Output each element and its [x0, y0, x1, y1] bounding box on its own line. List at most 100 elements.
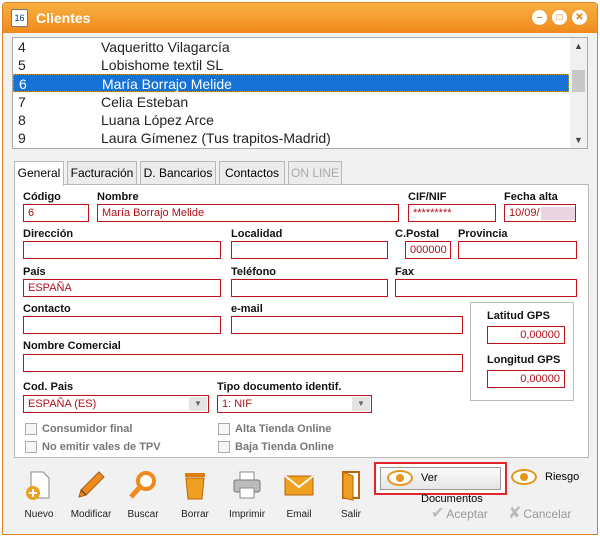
chevron-down-icon[interactable]: ▼: [189, 397, 207, 411]
tipo-doc-value: 1: NIF: [222, 398, 252, 410]
list-item[interactable]: 4 Vaqueritto Vilagarcía: [13, 38, 569, 56]
pencil-icon: [78, 471, 105, 498]
tab-facturacion[interactable]: Facturación: [67, 161, 137, 185]
tipo-doc-select[interactable]: 1: NIF ▼: [217, 395, 372, 413]
trash-icon: [185, 473, 205, 500]
email-button[interactable]: Email: [275, 467, 323, 527]
general-panel: Código 6 Nombre María Borrajo Melide CIF…: [14, 184, 589, 458]
fecha-alta-label: Fecha alta: [504, 191, 558, 203]
scroll-down-icon[interactable]: ▼: [570, 132, 587, 148]
ver-documentos-highlight: Ver Documentos: [374, 462, 507, 505]
tab-online: ON LINE: [288, 161, 342, 185]
close-icon[interactable]: ✕: [572, 10, 587, 25]
buscar-button[interactable]: Buscar: [119, 467, 167, 527]
clientes-window: 16 Clientes – □ ✕ 4 Vaqueritto Vilagarcía…: [2, 2, 598, 535]
email-field[interactable]: [231, 316, 463, 334]
contacto-label: Contacto: [23, 303, 71, 315]
nombre-comercial-field[interactable]: [23, 354, 463, 372]
salir-label: Salir: [340, 509, 361, 520]
nombre-field[interactable]: María Borrajo Melide: [97, 204, 399, 222]
consumidor-final-label: Consumidor final: [42, 423, 133, 435]
tipo-doc-label: Tipo documento identif.: [217, 381, 342, 393]
buscar-label: Buscar: [127, 509, 159, 520]
borrar-button[interactable]: Borrar: [171, 467, 219, 527]
email-label: e-mail: [231, 303, 263, 315]
list-item[interactable]: 5 Lobishome textil SL: [13, 56, 569, 74]
fecha-alta-field[interactable]: 10/09/: [504, 204, 576, 222]
no-emitir-vales-label: No emitir vales de TPV: [42, 441, 161, 453]
consumidor-final-checkbox[interactable]: [25, 423, 37, 435]
modificar-label: Modificar: [70, 509, 112, 520]
list-scrollbar[interactable]: ▲ ▼: [570, 38, 587, 148]
borrar-label: Borrar: [181, 509, 209, 520]
minimize-icon[interactable]: –: [532, 10, 547, 25]
cif-field[interactable]: *********: [408, 204, 496, 222]
list-item[interactable]: 8 Luana López Arce: [13, 111, 569, 129]
baja-tienda-checkbox[interactable]: [218, 441, 230, 453]
nuevo-label: Nuevo: [24, 509, 54, 520]
window-title: Clientes: [36, 10, 91, 26]
calendar-icon: 16: [11, 9, 28, 27]
client-name: Celia Esteban: [101, 94, 189, 110]
cpostal-field[interactable]: 000000: [405, 241, 451, 259]
alta-tienda-checkbox[interactable]: [218, 423, 230, 435]
provincia-field[interactable]: [458, 241, 577, 259]
list-item[interactable]: 9 Laura Gímenez (Tus trapitos-Madrid): [13, 129, 569, 147]
fax-label: Fax: [395, 266, 414, 278]
fax-field[interactable]: [395, 279, 577, 297]
nombre-label: Nombre: [97, 191, 139, 203]
alta-tienda-label: Alta Tienda Online: [235, 423, 332, 435]
scroll-thumb[interactable]: [572, 70, 585, 92]
pais-field[interactable]: ESPAÑA: [23, 279, 221, 297]
codigo-field[interactable]: 6: [23, 204, 89, 222]
cod-pais-label: Cod. Pais: [23, 381, 74, 393]
provincia-label: Provincia: [458, 228, 508, 240]
ver-documentos-button[interactable]: Ver Documentos: [380, 467, 501, 505]
direccion-field[interactable]: [23, 241, 221, 259]
redacted-area: [540, 206, 575, 220]
maximize-icon[interactable]: □: [552, 10, 567, 25]
client-name: Lobishome textil SL: [101, 57, 224, 73]
cancelar-label: Cancelar: [523, 507, 572, 521]
chevron-down-icon[interactable]: ▼: [352, 397, 370, 411]
client-name: Vaqueritto Vilagarcía: [101, 39, 230, 55]
tab-contactos[interactable]: Contactos: [219, 161, 285, 185]
nuevo-button[interactable]: Nuevo: [15, 467, 63, 527]
contacto-field[interactable]: [23, 316, 221, 334]
telefono-label: Teléfono: [231, 266, 277, 278]
list-item-selected[interactable]: 6 María Borrajo Melide: [13, 74, 569, 92]
tab-general[interactable]: General: [14, 161, 64, 186]
modificar-button[interactable]: Modificar: [67, 467, 115, 527]
scroll-up-icon[interactable]: ▲: [570, 38, 587, 54]
client-id: 6: [19, 76, 27, 92]
latitud-label: Latitud GPS: [487, 310, 550, 322]
localidad-label: Localidad: [231, 228, 283, 240]
latitud-field[interactable]: 0,00000: [487, 326, 565, 344]
aceptar-label: Aceptar: [446, 507, 488, 521]
cod-pais-select[interactable]: ESPAÑA (ES) ▼: [23, 395, 209, 413]
envelope-icon: [284, 475, 314, 496]
imprimir-label: Imprimir: [228, 509, 266, 520]
clients-list[interactable]: 4 Vaqueritto Vilagarcía 5 Lobishome textil…: [12, 37, 588, 149]
imprimir-button[interactable]: Imprimir: [223, 467, 271, 527]
door-exit-icon: [342, 471, 360, 501]
tab-datos-bancarios[interactable]: D. Bancarios: [140, 161, 216, 185]
telefono-field[interactable]: [231, 279, 388, 297]
no-emitir-vales-checkbox[interactable]: [25, 441, 37, 453]
client-name: Laura Gímenez (Tus trapitos-Madrid): [101, 130, 331, 146]
longitud-label: Longitud GPS: [487, 354, 561, 366]
baja-tienda-label: Baja Tienda Online: [235, 441, 334, 453]
client-id: 4: [18, 39, 26, 55]
new-document-icon: [26, 471, 50, 500]
localidad-field[interactable]: [231, 241, 388, 259]
longitud-field[interactable]: 0,00000: [487, 370, 565, 388]
salir-button[interactable]: Salir: [327, 467, 375, 527]
list-item[interactable]: 7 Celia Esteban: [13, 93, 569, 111]
fecha-alta-value: 10/09/: [509, 207, 540, 219]
check-icon: ✔: [431, 505, 445, 522]
cod-pais-value: ESPAÑA (ES): [28, 398, 97, 410]
cancelar-button: ✘ Cancelar: [508, 503, 571, 523]
riesgo-eye-icon[interactable]: [511, 469, 537, 485]
gps-group: Latitud GPS 0,00000 Longitud GPS 0,00000: [470, 302, 574, 401]
search-icon: [129, 471, 156, 499]
